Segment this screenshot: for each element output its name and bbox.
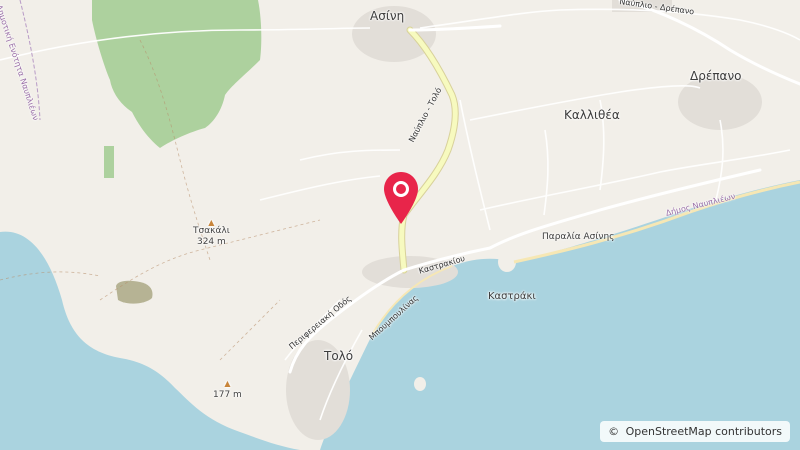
peak-elevation: 177 m	[213, 390, 242, 400]
map-canvas[interactable]: Ασίνη Δρέπανο Καλλιθέα Τολό Καστράκι Παρ…	[0, 0, 800, 450]
island	[414, 377, 426, 391]
peak-name: Τσακάλι	[193, 226, 230, 236]
place-label-asini: Ασίνη	[370, 9, 405, 23]
peak-unnamed: ▲ 177 m	[213, 380, 242, 400]
peak-elevation: 324 m	[196, 237, 226, 247]
place-label-tolo: Τολό	[324, 349, 354, 363]
attribution-text[interactable]: OpenStreetMap contributors	[626, 425, 782, 438]
place-label-paralia-asinis: Παραλία Ασίνης	[542, 232, 615, 242]
place-label-kastraki: Καστράκι	[488, 291, 536, 302]
copyright-icon: ©	[608, 425, 620, 438]
peak-triangle-icon: ▲	[224, 379, 231, 388]
map-attribution[interactable]: © OpenStreetMap contributors	[600, 421, 790, 442]
peak-tsakali: ▲ Τσακάλι 324 m	[193, 219, 230, 247]
place-label-kallithea: Καλλιθέα	[564, 108, 620, 122]
place-label-drepano: Δρέπανο	[690, 69, 742, 83]
location-pin-icon[interactable]	[382, 170, 420, 226]
